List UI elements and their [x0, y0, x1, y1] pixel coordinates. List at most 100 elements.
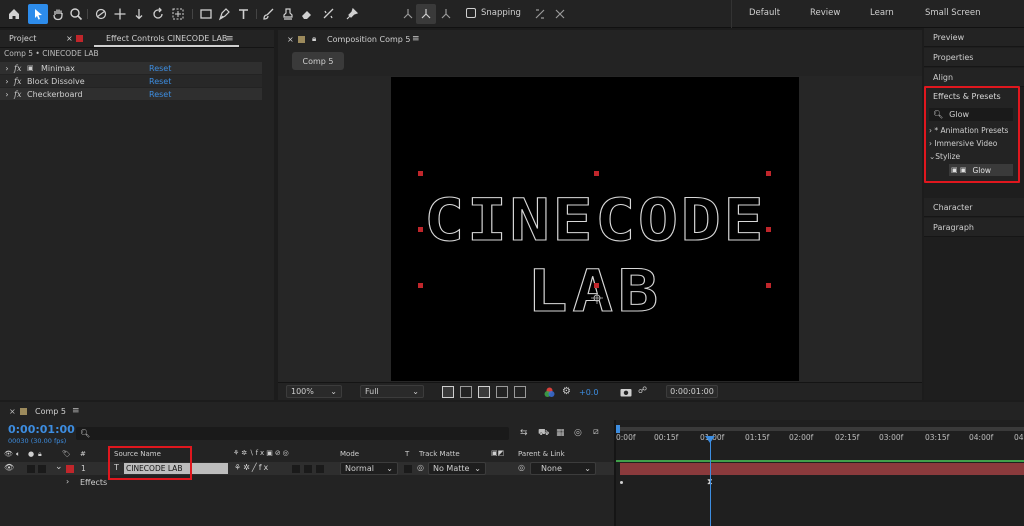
frame-blending-icon[interactable]: ▦	[556, 428, 565, 438]
eye-icon[interactable]: 👁︎	[4, 450, 13, 458]
region-of-interest-icon[interactable]	[496, 386, 508, 398]
tab-effect-controls[interactable]: Effect Controls CINECODE LAB	[106, 34, 227, 43]
color-channels-icon[interactable]	[544, 387, 555, 398]
work-area-bar[interactable]	[618, 427, 1024, 431]
brush-tool-icon[interactable]	[258, 4, 278, 24]
reset-link[interactable]: Reset	[149, 90, 171, 99]
panel-character[interactable]: Character	[924, 198, 1024, 217]
exposure-value[interactable]: +0.0	[579, 388, 598, 397]
reset-exposure-icon[interactable]: ⚙	[562, 386, 571, 397]
snapping-checkbox[interactable]	[466, 8, 476, 18]
tab-composition[interactable]: Composition Comp 5	[327, 35, 411, 44]
layer-handle[interactable]	[594, 283, 599, 288]
layer-label-color[interactable]	[66, 465, 74, 473]
transparency-grid-icon[interactable]	[460, 386, 472, 398]
workspace-small-screen[interactable]: Small Screen	[925, 8, 981, 18]
motion-blur-icon[interactable]: ◎	[574, 428, 582, 438]
comp-frame[interactable]: CINECODE LAB	[391, 77, 799, 381]
reset-link[interactable]: Reset	[149, 64, 171, 73]
layer-handle[interactable]	[766, 171, 771, 176]
dolly-camera-icon[interactable]	[129, 4, 149, 24]
panel-paragraph[interactable]: Paragraph	[924, 218, 1024, 237]
panel-menu-icon[interactable]: ≡	[226, 34, 234, 44]
panel-menu-icon[interactable]: ≡	[72, 406, 80, 416]
hand-tool-icon[interactable]	[48, 4, 68, 24]
preserve-transparency-box[interactable]	[404, 465, 412, 473]
comp-mini-flowchart-icon[interactable]: ⇆	[520, 428, 528, 438]
panel-menu-icon[interactable]: ≡	[412, 34, 420, 44]
chevron-right-icon[interactable]: ›	[0, 90, 14, 99]
clone-stamp-tool-icon[interactable]	[278, 4, 298, 24]
column-parent-link[interactable]: Parent & Link	[518, 450, 565, 458]
axis-world-icon[interactable]	[416, 4, 436, 24]
comp-breadcrumb-button[interactable]: Comp 5	[292, 52, 344, 70]
effects-group-row[interactable]: › Effects	[0, 476, 614, 489]
switch-box[interactable]	[316, 465, 324, 473]
layer-handle[interactable]	[418, 227, 423, 232]
pen-tool-icon[interactable]	[214, 4, 234, 24]
column-mode[interactable]: Mode	[340, 450, 359, 458]
solo-box[interactable]	[27, 465, 35, 473]
axis-local-icon[interactable]	[398, 4, 418, 24]
reset-link[interactable]: Reset	[149, 77, 171, 86]
axis-view-icon[interactable]	[436, 4, 456, 24]
fx-icon[interactable]: fx	[14, 90, 27, 99]
effect-row-checkerboard[interactable]: › fx Checkerboard Reset	[0, 88, 262, 100]
eye-icon[interactable]: 👁︎	[4, 463, 14, 472]
lock-icon[interactable]: 🔒︎	[312, 34, 316, 44]
rotate-tool-icon[interactable]	[148, 4, 168, 24]
resolution-dropdown[interactable]: Full ⌄	[360, 385, 424, 398]
lock-box[interactable]	[38, 465, 46, 473]
layer-handle[interactable]	[418, 283, 423, 288]
chevron-right-icon[interactable]: ›	[0, 77, 14, 86]
layer-handle[interactable]	[594, 171, 599, 176]
workspace-learn[interactable]: Learn	[870, 8, 894, 18]
layer-handle[interactable]	[418, 171, 423, 176]
panel-properties[interactable]: Properties	[924, 48, 1024, 67]
zoom-tool-icon[interactable]	[66, 4, 86, 24]
viewer-timecode[interactable]: 0:00:01:00	[666, 385, 718, 398]
graph-editor-icon[interactable]: ⧄	[593, 427, 599, 437]
keyframe[interactable]	[620, 481, 623, 484]
solo-icon[interactable]: ●	[28, 450, 34, 458]
rectangle-tool-icon[interactable]	[196, 4, 216, 24]
matte-pickwhip-icon[interactable]: ◎	[417, 463, 424, 472]
switch-box[interactable]	[304, 465, 312, 473]
lock-icon[interactable]: 🔒︎	[38, 450, 42, 459]
close-icon[interactable]: ×	[287, 35, 294, 44]
home-icon[interactable]	[4, 4, 24, 24]
panel-preview[interactable]: Preview	[924, 28, 1024, 47]
close-icon[interactable]: ×	[66, 34, 73, 43]
snapping-feather-icon[interactable]	[550, 4, 570, 24]
snapping-options-icon[interactable]	[530, 4, 550, 24]
parent-dropdown[interactable]: None ⌄	[530, 462, 596, 475]
layer-switches[interactable]: ⚘✲╱fx	[234, 463, 270, 472]
tab-project[interactable]: Project	[9, 34, 36, 43]
effect-row-block-dissolve[interactable]: › fx Block Dissolve Reset	[0, 75, 262, 87]
panel-align[interactable]: Align	[924, 68, 1024, 87]
layer-handle[interactable]	[766, 283, 771, 288]
workspace-default[interactable]: Default	[749, 8, 780, 18]
audio-icon[interactable]: 🔈︎	[16, 450, 20, 459]
switch-box[interactable]	[292, 465, 300, 473]
column-track-matte[interactable]: Track Matte	[419, 450, 460, 458]
anchor-point-icon[interactable]	[591, 292, 603, 304]
type-tool-icon[interactable]	[234, 4, 254, 24]
close-icon[interactable]: ×	[9, 407, 16, 416]
chevron-down-icon[interactable]: ⌄	[55, 462, 63, 472]
current-time[interactable]: 0:00:01:00	[8, 423, 75, 436]
parent-pickwhip-icon[interactable]: ◎	[518, 463, 525, 472]
fit-to-frame-icon[interactable]	[442, 386, 454, 398]
zoom-dropdown[interactable]: 100% ⌄	[286, 385, 342, 398]
fx-icon[interactable]: fx	[14, 77, 27, 86]
eraser-tool-icon[interactable]	[297, 4, 317, 24]
work-area-start-handle[interactable]	[616, 425, 620, 433]
mode-dropdown[interactable]: Normal ⌄	[340, 462, 398, 475]
mask-visibility-icon[interactable]	[478, 386, 490, 398]
chevron-right-icon[interactable]: ›	[0, 64, 14, 73]
workspace-review[interactable]: Review	[810, 8, 840, 18]
pan-behind-tool-icon[interactable]	[168, 4, 188, 24]
label-icon[interactable]: 🏷︎	[62, 450, 71, 458]
track-matte-dropdown[interactable]: No Matte ⌄	[428, 462, 486, 475]
pan-camera-icon[interactable]	[110, 4, 130, 24]
